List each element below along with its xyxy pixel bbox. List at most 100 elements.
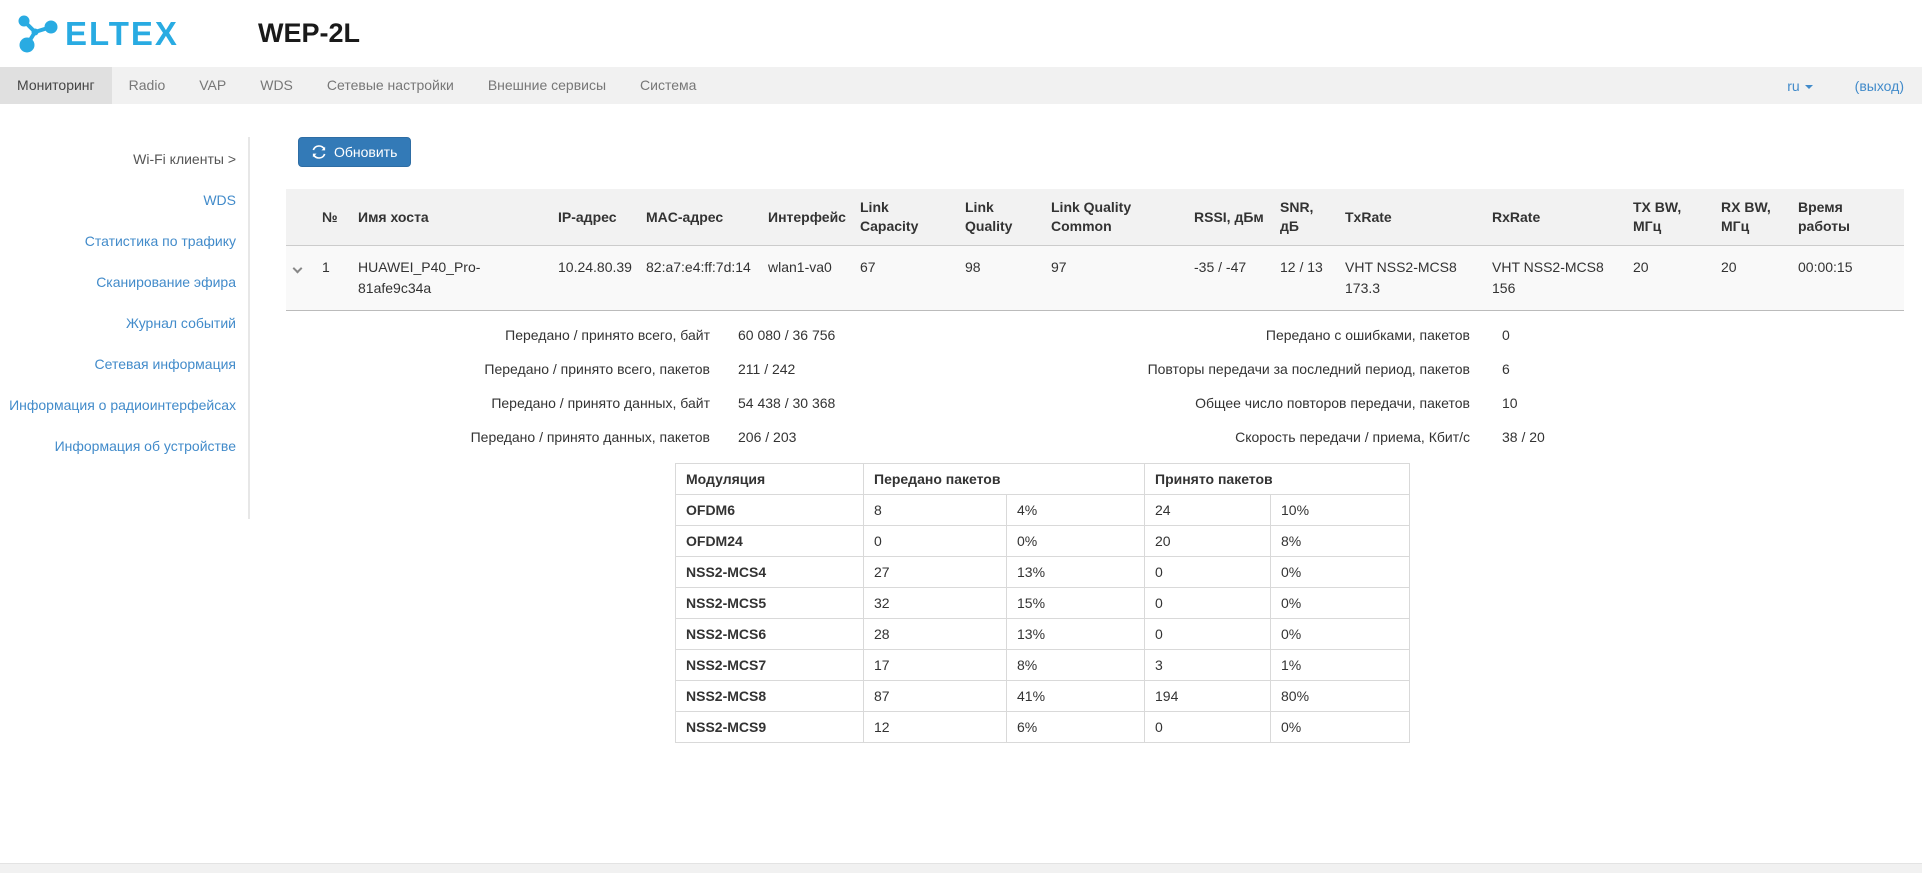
tab-external-services[interactable]: Внешние сервисы [471,67,623,104]
stat-label: Повторы передачи за последний период, па… [1036,359,1470,380]
stat-label: Передано / принято данных, пакетов [286,427,710,448]
client-link-quality-common-cell: 97 [1043,246,1186,311]
stat-label: Передано с ошибками, пакетов [1036,325,1470,346]
modulation-row: NSS2-MCS8 87 41% 194 80% [676,681,1410,712]
stat-row: Передано / принято всего, байт 60 080 / … [286,325,835,346]
stat-value: 6 [1502,359,1510,380]
refresh-button[interactable]: Обновить [298,137,411,167]
client-stats-left: Передано / принято всего, байт 60 080 / … [286,325,835,461]
modulation-name-cell: NSS2-MCS8 [676,681,864,712]
stat-value: 10 [1502,393,1518,414]
modulation-rx-count-cell: 0 [1145,712,1271,743]
modulation-rx-count-cell: 3 [1145,650,1271,681]
client-num-cell: 1 [314,246,350,311]
stat-label: Передано / принято данных, байт [286,393,710,414]
col-header-tx-bw: TX BW, МГц [1625,189,1713,246]
modulation-name-cell: NSS2-MCS7 [676,650,864,681]
logout-link[interactable]: (выход) [1855,78,1904,94]
col-header-ip: IP-адрес [550,189,638,246]
sidebar-item-network-info[interactable]: Сетевая информация [95,356,236,372]
tab-system[interactable]: Система [623,67,713,104]
modulation-rx-count-cell: 0 [1145,619,1271,650]
modulation-rx-pct-cell: 10% [1271,495,1410,526]
client-ip-cell: 10.24.80.39 [550,246,638,311]
col-header-link-quality: Link Quality [957,189,1043,246]
chevron-down-icon[interactable] [293,264,303,274]
modulation-rx-count-cell: 24 [1145,495,1271,526]
modulation-tx-pct-cell: 8% [1007,650,1145,681]
modulation-rx-pct-cell: 0% [1271,619,1410,650]
modulation-name-cell: OFDM6 [676,495,864,526]
modulation-row: OFDM24 0 0% 20 8% [676,526,1410,557]
sidebar-item-wifi-clients[interactable]: Wi-Fi клиенты > [133,151,236,167]
modulation-tx-pct-cell: 6% [1007,712,1145,743]
stat-row: Передано / принято данных, пакетов 206 /… [286,427,835,448]
modulation-row: NSS2-MCS4 27 13% 0 0% [676,557,1410,588]
tab-vap[interactable]: VAP [182,67,243,104]
eltex-logo: ELTEX [14,13,246,55]
tab-monitoring[interactable]: Мониторинг [0,67,112,104]
modulation-tx-pct-cell: 13% [1007,557,1145,588]
caret-down-icon [1805,85,1813,89]
modulation-tx-count-cell: 27 [864,557,1007,588]
col-header-txrate: TxRate [1337,189,1484,246]
modulation-tx-pct-cell: 0% [1007,526,1145,557]
col-header-expand [286,189,314,246]
sidebar-item-traffic-statistics[interactable]: Статистика по трафику [85,233,236,249]
modulation-tx-count-cell: 87 [864,681,1007,712]
col-header-link-quality-common: Link Quality Common [1043,189,1186,246]
modulation-tx-pct-cell: 13% [1007,619,1145,650]
sidebar-item-device-info[interactable]: Информация об устройстве [55,438,236,454]
sidebar-item-air-scan[interactable]: Сканирование эфира [96,274,236,290]
tab-network-settings[interactable]: Сетевые настройки [310,67,471,104]
modulation-row: NSS2-MCS9 12 6% 0 0% [676,712,1410,743]
language-dropdown[interactable]: ru [1787,78,1812,94]
tab-wds[interactable]: WDS [243,67,310,104]
client-link-quality-cell: 98 [957,246,1043,311]
client-rxrate-cell: VHT NSS2-MCS8 156 [1484,246,1625,311]
refresh-button-label: Обновить [334,144,397,160]
stat-label: Передано / принято всего, байт [286,325,710,346]
modulation-tx-count-cell: 8 [864,495,1007,526]
stat-value: 60 080 / 36 756 [738,325,835,346]
client-hostname-cell: HUAWEI_P40_Pro-81afe9c34a [350,246,550,311]
modulation-name-cell: OFDM24 [676,526,864,557]
client-row: 1 HUAWEI_P40_Pro-81afe9c34a 10.24.80.39 … [286,246,1904,311]
stat-value: 0 [1502,325,1510,346]
modulation-rx-pct-cell: 80% [1271,681,1410,712]
stat-row: Передано / принято всего, пакетов 211 / … [286,359,835,380]
stat-label: Скорость передачи / приема, Кбит/с [1036,427,1470,448]
col-header-rx-bw: RX BW, МГц [1713,189,1790,246]
stat-label: Общее число повторов передачи, пакетов [1036,393,1470,414]
col-header-hostname: Имя хоста [350,189,550,246]
sidebar: Wi-Fi клиенты > WDS Статистика по трафик… [0,104,250,743]
client-snr-cell: 12 / 13 [1272,246,1337,311]
col-header-link-capacity: Link Capacity [852,189,957,246]
stat-value: 211 / 242 [738,359,795,380]
col-header-rxrate: RxRate [1484,189,1625,246]
modulation-tx-count-cell: 0 [864,526,1007,557]
stat-row: Передано / принято данных, байт 54 438 /… [286,393,835,414]
modulation-header-row: Модуляция Передано пакетов Принято пакет… [676,464,1410,495]
client-expand-cell [286,246,314,311]
sidebar-item-event-log[interactable]: Журнал событий [126,315,236,331]
client-txrate-cell: VHT NSS2-MCS8 173.3 [1337,246,1484,311]
refresh-icon [312,145,326,159]
col-header-uptime: Время работы [1790,189,1904,246]
modulation-tx-count-cell: 17 [864,650,1007,681]
client-interface-cell: wlan1-va0 [760,246,852,311]
sidebar-item-wds[interactable]: WDS [203,192,236,208]
col-header-mac: MAC-адрес [638,189,760,246]
stat-label: Передано / принято всего, пакетов [286,359,710,380]
sidebar-item-radio-interfaces-info[interactable]: Информация о радиоинтерфейсах [9,397,236,413]
content-area: Wi-Fi клиенты > WDS Статистика по трафик… [0,104,1922,743]
mod-col-header-rx-packets: Принято пакетов [1145,464,1410,495]
stat-value: 38 / 20 [1502,427,1545,448]
client-details: Передано / принято всего, байт 60 080 / … [286,325,1904,459]
client-rssi-cell: -35 / -47 [1186,246,1272,311]
modulation-rx-pct-cell: 1% [1271,650,1410,681]
stat-row: Повторы передачи за последний период, па… [1036,359,1545,380]
stat-value: 206 / 203 [738,427,796,448]
tab-radio[interactable]: Radio [112,67,183,104]
modulation-tx-count-cell: 12 [864,712,1007,743]
